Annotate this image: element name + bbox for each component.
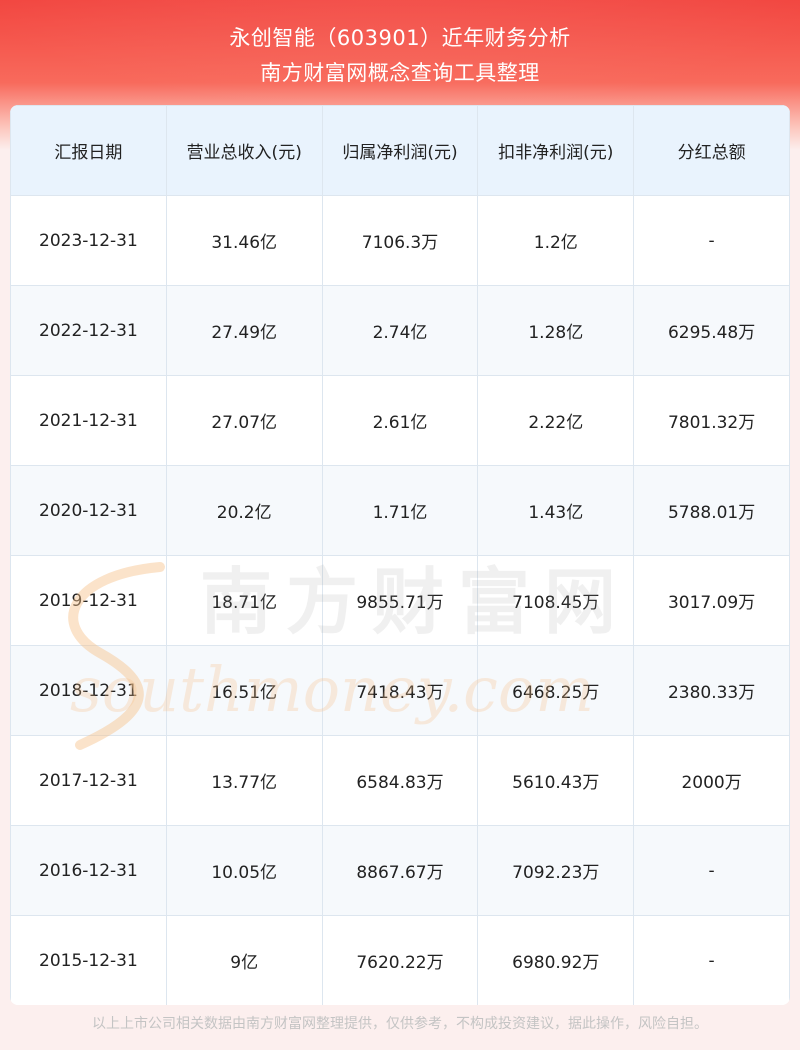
column-header-net-profit: 归属净利润(元) — [321, 105, 479, 196]
total-revenue-cell: 9亿 — [165, 915, 323, 1005]
total-revenue-cell: 31.46亿 — [165, 195, 323, 286]
column-header-adjusted-net-profit: 扣非净利润(元) — [477, 105, 635, 196]
net-profit-cell: 1.71亿 — [321, 465, 479, 556]
total-dividend-cell: - — [633, 195, 790, 286]
total-revenue-cell: 27.49亿 — [165, 285, 323, 376]
adjusted-net-profit-cell: 7108.45万 — [477, 555, 635, 646]
net-profit-cell: 9855.71万 — [321, 555, 479, 646]
total-revenue-cell: 18.71亿 — [165, 555, 323, 646]
column-header-total-revenue: 营业总收入(元) — [165, 105, 323, 196]
table-row: 2022-12-31 27.49亿 2.74亿 1.28亿 6295.48万 — [10, 285, 790, 376]
net-profit-cell: 7418.43万 — [321, 645, 479, 736]
adjusted-net-profit-cell: 6468.25万 — [477, 645, 635, 736]
page-title: 永创智能（603901）近年财务分析 — [229, 26, 571, 50]
adjusted-net-profit-cell: 6980.92万 — [477, 915, 635, 1005]
net-profit-cell: 2.61亿 — [321, 375, 479, 466]
adjusted-net-profit-cell: 1.43亿 — [477, 465, 635, 556]
disclaimer-footer: 以上上市公司相关数据由南方财富网整理提供，仅供参考，不构成投资建议，据此操作，风… — [92, 1016, 708, 1032]
table-row: 2020-12-31 20.2亿 1.71亿 1.43亿 5788.01万 — [10, 465, 790, 556]
total-dividend-cell: 2380.33万 — [633, 645, 790, 736]
table-row: 2016-12-31 10.05亿 8867.67万 7092.23万 - — [10, 825, 790, 916]
total-dividend-cell: 5788.01万 — [633, 465, 790, 556]
total-revenue-cell: 13.77亿 — [165, 735, 323, 826]
table-row: 2019-12-31 18.71亿 9855.71万 7108.45万 3017… — [10, 555, 790, 646]
total-dividend-cell: 2000万 — [633, 735, 790, 826]
table-header-row: 汇报日期 营业总收入(元) 归属净利润(元) 扣非净利润(元) 分红总额 — [10, 105, 790, 196]
net-profit-cell: 8867.67万 — [321, 825, 479, 916]
column-header-report-date: 汇报日期 — [10, 105, 167, 196]
total-dividend-cell: - — [633, 915, 790, 1005]
financial-table-card: 汇报日期 营业总收入(元) 归属净利润(元) 扣非净利润(元) 分红总额 202… — [10, 105, 790, 1005]
total-revenue-cell: 20.2亿 — [165, 465, 323, 556]
table-row: 2021-12-31 27.07亿 2.61亿 2.22亿 7801.32万 — [10, 375, 790, 466]
report-date-cell: 2022-12-31 — [10, 285, 167, 376]
report-date-cell: 2016-12-31 — [10, 825, 167, 916]
report-date-cell: 2015-12-31 — [10, 915, 167, 1005]
adjusted-net-profit-cell: 7092.23万 — [477, 825, 635, 916]
total-dividend-cell: 3017.09万 — [633, 555, 790, 646]
adjusted-net-profit-cell: 5610.43万 — [477, 735, 635, 826]
adjusted-net-profit-cell: 1.2亿 — [477, 195, 635, 286]
table-row: 2018-12-31 16.51亿 7418.43万 6468.25万 2380… — [10, 645, 790, 736]
total-revenue-cell: 16.51亿 — [165, 645, 323, 736]
total-dividend-cell: 6295.48万 — [633, 285, 790, 376]
total-revenue-cell: 27.07亿 — [165, 375, 323, 466]
total-revenue-cell: 10.05亿 — [165, 825, 323, 916]
total-dividend-cell: 7801.32万 — [633, 375, 790, 466]
financial-table: 汇报日期 营业总收入(元) 归属净利润(元) 扣非净利润(元) 分红总额 202… — [10, 105, 790, 1005]
table-row: 2017-12-31 13.77亿 6584.83万 5610.43万 2000… — [10, 735, 790, 826]
column-header-total-dividend: 分红总额 — [633, 105, 790, 196]
report-date-cell: 2023-12-31 — [10, 195, 167, 286]
report-date-cell: 2020-12-31 — [10, 465, 167, 556]
report-date-cell: 2021-12-31 — [10, 375, 167, 466]
report-date-cell: 2019-12-31 — [10, 555, 167, 646]
page-subtitle: 南方财富网概念查询工具整理 — [260, 61, 540, 85]
adjusted-net-profit-cell: 2.22亿 — [477, 375, 635, 466]
table-row: 2023-12-31 31.46亿 7106.3万 1.2亿 - — [10, 195, 790, 286]
net-profit-cell: 6584.83万 — [321, 735, 479, 826]
net-profit-cell: 7620.22万 — [321, 915, 479, 1005]
net-profit-cell: 2.74亿 — [321, 285, 479, 376]
report-date-cell: 2018-12-31 — [10, 645, 167, 736]
net-profit-cell: 7106.3万 — [321, 195, 479, 286]
report-date-cell: 2017-12-31 — [10, 735, 167, 826]
table-row: 2015-12-31 9亿 7620.22万 6980.92万 - — [10, 915, 790, 1005]
total-dividend-cell: - — [633, 825, 790, 916]
adjusted-net-profit-cell: 1.28亿 — [477, 285, 635, 376]
